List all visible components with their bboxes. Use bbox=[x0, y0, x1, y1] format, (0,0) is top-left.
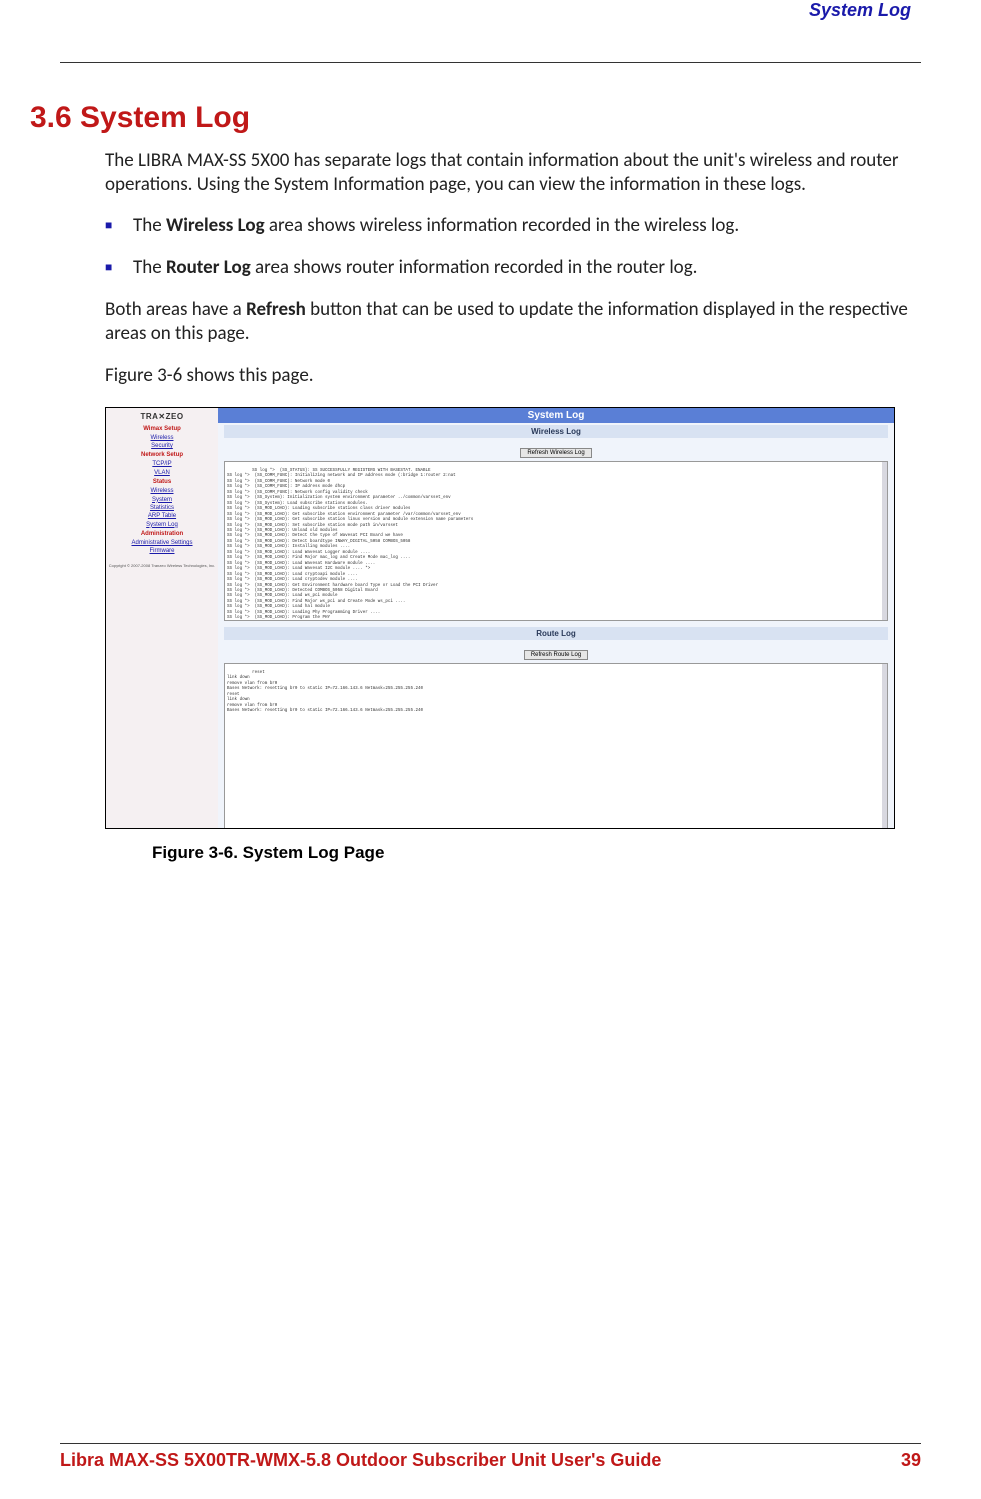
bullet-text-bold: Router Log bbox=[166, 256, 251, 279]
sidebar-link-security[interactable]: Security bbox=[106, 442, 218, 450]
sidebar-group-admin: Administration bbox=[106, 531, 218, 537]
bullet-text-suffix: area shows wireless information recorded… bbox=[265, 214, 740, 237]
bullet-item: ■ The Router Log area shows router infor… bbox=[105, 256, 921, 280]
sidebar-group-network: Network Setup bbox=[106, 452, 218, 458]
figure-caption: Figure 3-6. System Log Page bbox=[152, 843, 921, 863]
wireless-log-title: Wireless Log bbox=[224, 425, 888, 438]
footer-page-number: 39 bbox=[901, 1450, 921, 1471]
sidebar-link-status-system[interactable]: System bbox=[106, 496, 218, 504]
sidebar-link-admin-firmware[interactable]: Firmware bbox=[106, 547, 218, 555]
bullet-icon: ■ bbox=[105, 214, 133, 238]
refresh-route-log-button[interactable]: Refresh Route Log bbox=[524, 650, 588, 660]
intro-paragraph: The LIBRA MAX-SS 5X00 has separate logs … bbox=[105, 149, 911, 198]
sidebar-link-admin-settings[interactable]: Administrative Settings bbox=[106, 539, 218, 547]
sidebar-link-wireless[interactable]: Wireless bbox=[106, 434, 218, 442]
figure-reference: Figure 3-6 shows this page. bbox=[105, 364, 911, 388]
scrollbar[interactable] bbox=[882, 462, 887, 620]
bullet-text-prefix: The bbox=[133, 256, 166, 279]
header-section-label: System Log bbox=[809, 0, 911, 21]
sidebar-link-tcpip[interactable]: TCP/IP bbox=[106, 460, 218, 468]
refresh-wireless-log-button[interactable]: Refresh Wireless Log bbox=[520, 448, 591, 458]
route-log-textarea[interactable]: reset link down remove vlan from br0 Bas… bbox=[224, 663, 888, 829]
section-heading: 3.6 System Log bbox=[30, 101, 921, 135]
bullet-text-suffix: area shows router information recorded i… bbox=[251, 256, 698, 279]
header-rule bbox=[60, 62, 921, 63]
sidebar-group-wimax: Wimax Setup bbox=[106, 426, 218, 432]
sidebar-group-status: Status bbox=[106, 479, 218, 485]
bullet-text-bold: Wireless Log bbox=[166, 214, 265, 237]
sidebar-logo: TRA✕ZEO bbox=[106, 412, 218, 421]
sidebar-link-status-statistics[interactable]: Statistics bbox=[106, 504, 218, 512]
sidebar-link-status-arptable[interactable]: ARP Table bbox=[106, 512, 218, 520]
page-footer: Libra MAX-SS 5X00TR-WMX-5.8 Outdoor Subs… bbox=[60, 1443, 921, 1471]
panel-title: System Log bbox=[218, 408, 894, 423]
bullet-item: ■ The Wireless Log area shows wireless i… bbox=[105, 214, 921, 238]
sidebar-link-status-wireless[interactable]: Wireless bbox=[106, 487, 218, 495]
route-log-content: reset link down remove vlan from br0 Bas… bbox=[227, 671, 423, 713]
bullet-text-prefix: The bbox=[133, 214, 166, 237]
bullet-icon: ■ bbox=[105, 256, 133, 280]
sidebar-nav: TRA✕ZEO Wimax Setup Wireless Security Ne… bbox=[106, 408, 218, 828]
refresh-text-a: Both areas have a bbox=[105, 298, 246, 321]
wireless-log-textarea[interactable]: SS log *> (SS_STATUS): SS SUCCESSFULLY R… bbox=[224, 461, 888, 621]
figure-screenshot: TRA✕ZEO Wimax Setup Wireless Security Ne… bbox=[105, 407, 895, 829]
sidebar-copyright: Copyright © 2007-2008 Tranzeo Wireless T… bbox=[106, 564, 218, 569]
footer-doc-title: Libra MAX-SS 5X00TR-WMX-5.8 Outdoor Subs… bbox=[60, 1450, 661, 1471]
refresh-paragraph: Both areas have a Refresh button that ca… bbox=[105, 298, 911, 347]
route-log-title: Route Log bbox=[224, 627, 888, 640]
wireless-log-content: SS log *> (SS_STATUS): SS SUCCESSFULLY R… bbox=[227, 469, 473, 621]
sidebar-link-status-systemlog[interactable]: System Log bbox=[106, 521, 218, 529]
footer-rule bbox=[60, 1443, 921, 1444]
scrollbar[interactable] bbox=[882, 664, 887, 829]
bullet-list: ■ The Wireless Log area shows wireless i… bbox=[105, 214, 921, 280]
sidebar-link-vlan[interactable]: VLAN bbox=[106, 469, 218, 477]
refresh-text-bold: Refresh bbox=[246, 298, 306, 321]
